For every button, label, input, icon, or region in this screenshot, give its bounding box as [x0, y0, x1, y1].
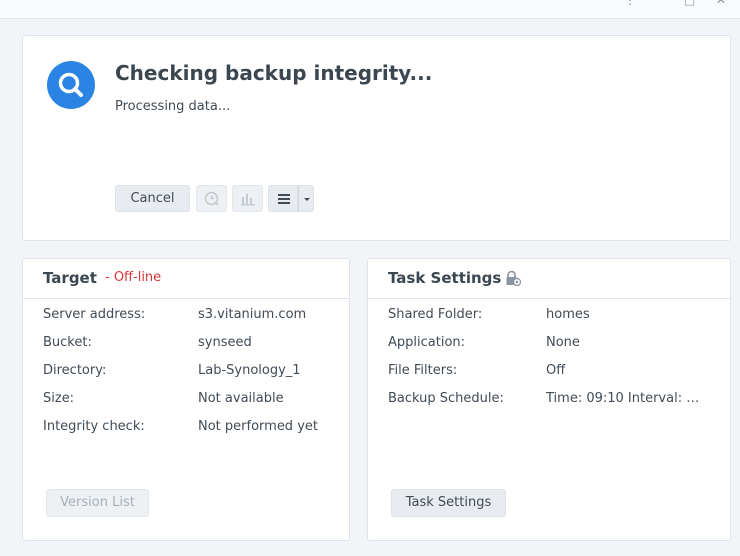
application-value: None: [546, 335, 580, 350]
backup-schedule-value: Time: 09:10 Interval: Daily: [546, 391, 706, 406]
task-settings-title: Task Settings: [388, 269, 502, 287]
search-icon: [47, 61, 95, 109]
offline-status: - Off-line: [105, 270, 162, 285]
version-list-button[interactable]: Version List: [46, 489, 149, 517]
bucket-label: Bucket:: [43, 335, 92, 350]
window-titlebar: ⋮ □ ✕: [0, 0, 740, 19]
cancel-button[interactable]: Cancel: [115, 185, 190, 212]
integrity-check-label: Integrity check:: [43, 419, 145, 434]
task-settings-panel: Task Settings Shared Folder: homes Appli…: [367, 258, 731, 541]
size-value: Not available: [198, 391, 284, 406]
application-label: Application:: [388, 335, 466, 350]
close-icon[interactable]: ✕: [716, 0, 726, 6]
size-label: Size:: [43, 391, 75, 406]
status-subtitle: Processing data...: [115, 99, 231, 114]
file-filters-label: File Filters:: [388, 363, 458, 378]
backup-status-card: Checking backup integrity... Processing …: [22, 35, 731, 241]
integrity-check-value: Not performed yet: [198, 419, 318, 434]
statistics-button[interactable]: [232, 185, 263, 212]
statistics-icon: [241, 194, 255, 206]
bucket-value: synseed: [198, 335, 252, 350]
server-address-label: Server address:: [43, 307, 146, 322]
history-icon: [204, 191, 219, 206]
menu-icon: [278, 194, 290, 204]
task-settings-button[interactable]: Task Settings: [391, 489, 506, 517]
more-vertical-icon[interactable]: ⋮: [624, 0, 636, 6]
caret-down-icon: [304, 198, 310, 201]
encrypted-lock-icon: [506, 271, 521, 286]
shared-folder-label: Shared Folder:: [388, 307, 483, 322]
directory-label: Directory:: [43, 363, 107, 378]
maximize-icon[interactable]: □: [684, 0, 695, 6]
menu-button[interactable]: [268, 185, 298, 212]
directory-value: Lab-Synology_1: [198, 363, 301, 378]
task-settings-panel-header: Task Settings: [368, 259, 730, 299]
target-title: Target: [43, 269, 97, 287]
history-button[interactable]: [196, 185, 227, 212]
menu-dropdown-button[interactable]: [298, 185, 314, 212]
target-panel-header: Target - Off-line: [23, 259, 349, 299]
shared-folder-value: homes: [546, 307, 590, 322]
target-panel: Target - Off-line Server address: s3.vit…: [22, 258, 350, 541]
file-filters-value: Off: [546, 363, 566, 378]
status-title: Checking backup integrity...: [115, 61, 433, 85]
server-address-value: s3.vitanium.com: [198, 307, 307, 322]
backup-schedule-label: Backup Schedule:: [388, 391, 504, 406]
